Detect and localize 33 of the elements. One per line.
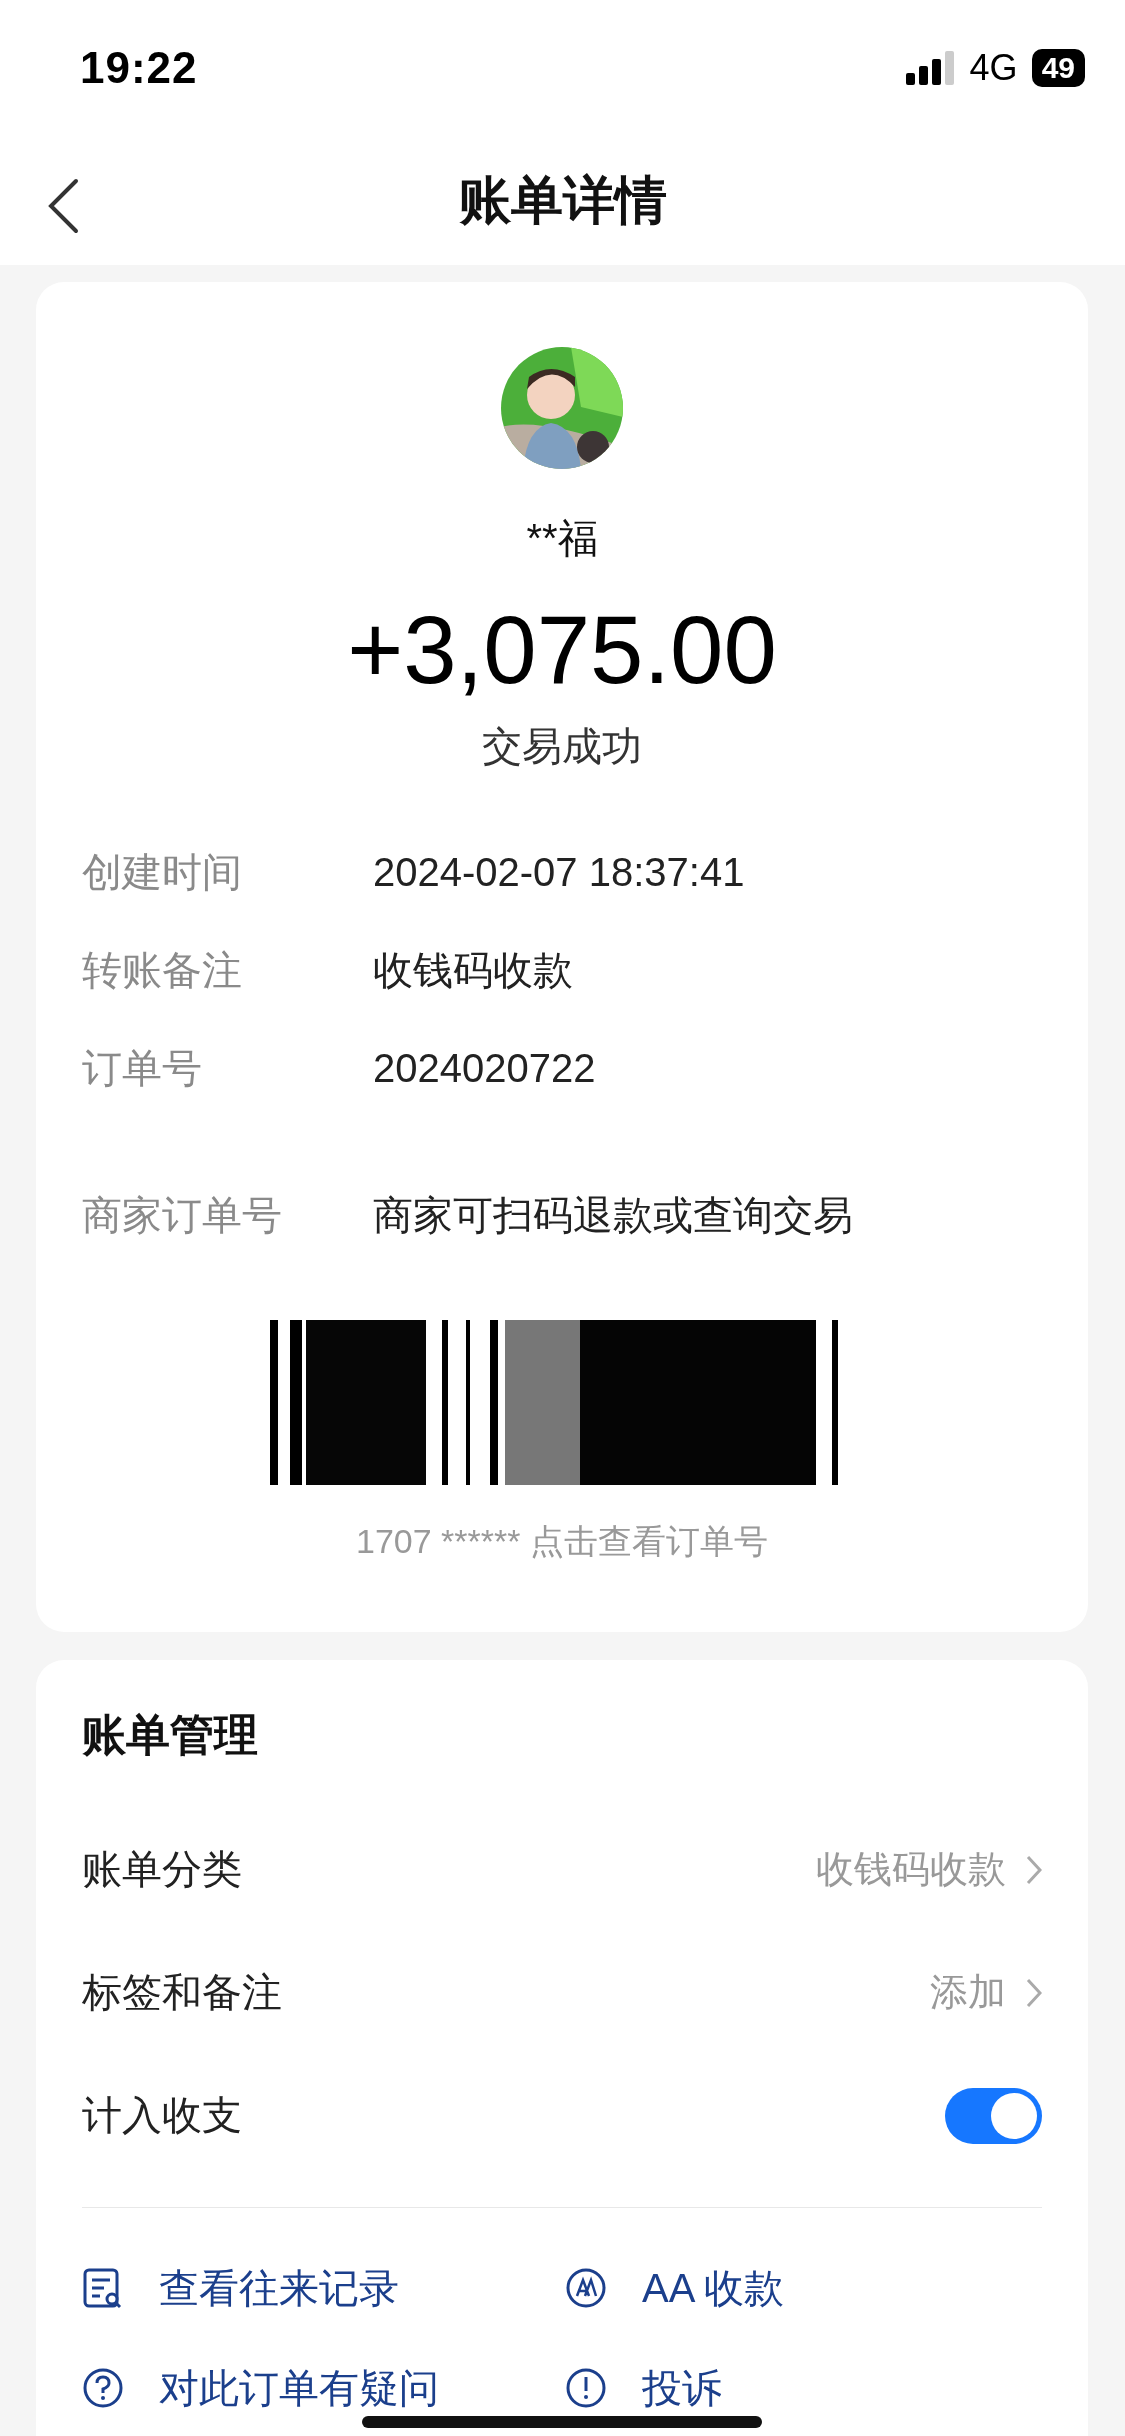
row-value: 添加 (930, 1970, 1006, 2015)
status-time: 19:22 (80, 43, 199, 93)
amount: +3,075.00 (347, 595, 777, 705)
network-label: 4G (969, 47, 1018, 89)
detail-label: 订单号 (82, 1044, 203, 1092)
aa-icon (565, 2267, 607, 2309)
help-icon (82, 2367, 124, 2409)
detail-value: 2024-02-07 18:37:41 (373, 849, 745, 895)
row-label[interactable]: 标签和备注 (82, 1965, 910, 2020)
row-label[interactable]: 账单分类 (82, 1842, 796, 1897)
action-link[interactable]: 查看往来记录 (159, 2260, 399, 2316)
alert-icon (565, 2367, 607, 2409)
action-link[interactable]: 对此订单有疑问 (159, 2360, 439, 2416)
detail-value: 商家可扫码退款或查询交易 (373, 1191, 853, 1239)
records-icon (82, 2267, 124, 2309)
row-label[interactable]: 计入收支 (82, 2088, 925, 2143)
detail-value: 收钱码收款 (373, 946, 573, 994)
detail-label: 转账备注 (82, 946, 243, 994)
row-value: 收钱码收款 (816, 1847, 1006, 1892)
chevron-icon (1026, 1977, 1042, 2008)
chevron-icon (1026, 1854, 1042, 1885)
signal-icon (905, 51, 956, 85)
detail-value: 2024020722 (373, 1045, 596, 1091)
battery-level: 49 (1031, 49, 1085, 87)
action-link[interactable]: 投诉 (642, 2360, 722, 2416)
detail-label: 创建时间 (82, 848, 243, 896)
back-icon[interactable] (46, 178, 80, 234)
transaction-status: 交易成功 (482, 723, 642, 770)
payer-name: **福 (526, 515, 598, 562)
detail-label: 商家订单号 (82, 1191, 283, 1239)
section-title: 账单管理 (82, 1709, 259, 1761)
page-title: 账单详情 (458, 169, 667, 231)
action-link[interactable]: AA 收款 (642, 2260, 785, 2316)
